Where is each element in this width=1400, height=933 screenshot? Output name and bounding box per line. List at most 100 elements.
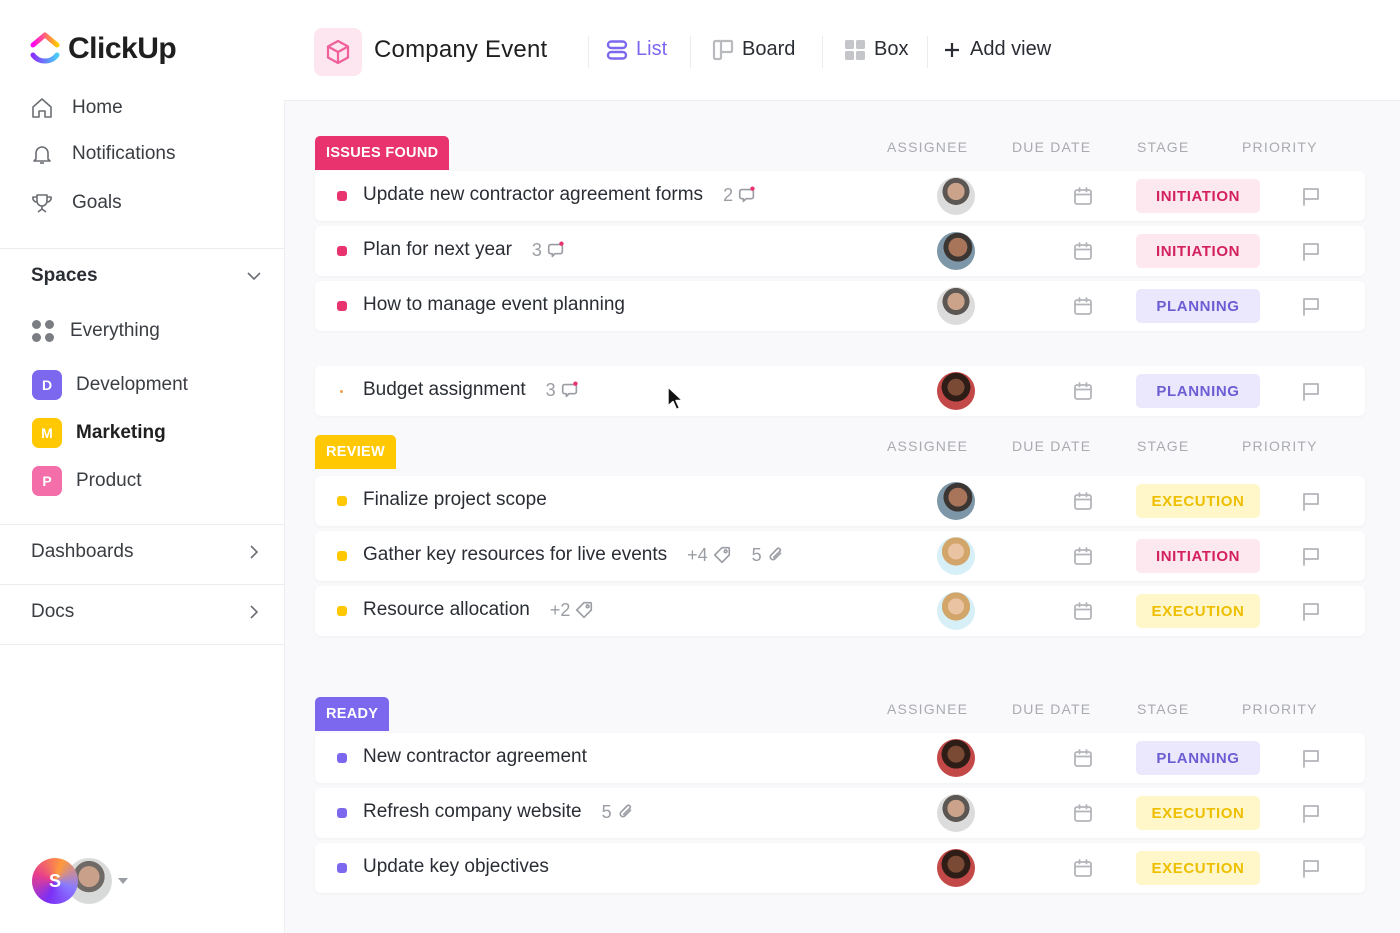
comment-count[interactable]: 3 xyxy=(546,380,580,401)
user-menu[interactable]: S xyxy=(32,858,128,904)
tag-count[interactable]: +4 xyxy=(687,545,732,566)
space-everything[interactable]: Everything xyxy=(32,320,160,342)
sidebar-item-dashboards[interactable]: Dashboards xyxy=(31,541,263,563)
task-title[interactable]: Budget assignment xyxy=(363,379,526,401)
stage-badge[interactable]: PLANNING xyxy=(1136,289,1260,323)
task-name[interactable]: How to manage event planning xyxy=(363,294,625,316)
comment-count[interactable]: 2 xyxy=(723,185,757,206)
stage-badge[interactable]: EXECUTION xyxy=(1136,796,1260,830)
flag-icon[interactable] xyxy=(1300,857,1322,879)
task-name[interactable]: New contractor agreement xyxy=(363,746,587,768)
column-header-assignee[interactable]: ASSIGNEE xyxy=(887,139,968,155)
assignee-avatar[interactable] xyxy=(937,794,975,832)
task-name[interactable]: Update new contractor agreement forms 2 xyxy=(363,184,757,206)
task-title[interactable]: How to manage event planning xyxy=(363,294,625,316)
assignee-avatar[interactable] xyxy=(937,232,975,270)
add-view-button[interactable]: Add view xyxy=(942,38,1051,61)
flag-icon[interactable] xyxy=(1300,600,1322,622)
column-header-priority[interactable]: PRIORITY xyxy=(1242,139,1318,155)
task-title[interactable]: Refresh company website xyxy=(363,801,582,823)
tab-box[interactable]: Box xyxy=(844,38,908,61)
nav-notifications[interactable]: Notifications xyxy=(30,142,176,166)
calendar-icon[interactable] xyxy=(1072,857,1094,879)
task-title[interactable]: New contractor agreement xyxy=(363,746,587,768)
task-row[interactable]: New contractor agreement PLANNING xyxy=(315,733,1365,783)
flag-icon[interactable] xyxy=(1300,380,1322,402)
tab-list[interactable]: List xyxy=(606,38,667,61)
assignee-avatar[interactable] xyxy=(937,592,975,630)
calendar-icon[interactable] xyxy=(1072,600,1094,622)
comment-count[interactable]: 3 xyxy=(532,240,566,261)
space-development[interactable]: D Development xyxy=(32,370,188,400)
task-name[interactable]: Resource allocation +2 xyxy=(363,599,594,621)
column-header-assignee[interactable]: ASSIGNEE xyxy=(887,438,968,454)
task-row[interactable]: How to manage event planning PLANNING xyxy=(315,281,1365,331)
assignee-avatar[interactable] xyxy=(937,739,975,777)
column-header-due-date[interactable]: DUE DATE xyxy=(1012,139,1091,155)
stage-badge[interactable]: INITIATION xyxy=(1136,539,1260,573)
attachment-count[interactable]: 5 xyxy=(602,802,636,823)
status-dot[interactable] xyxy=(337,191,347,201)
column-header-priority[interactable]: PRIORITY xyxy=(1242,701,1318,717)
space-marketing[interactable]: M Marketing xyxy=(32,418,166,448)
task-row[interactable]: Finalize project scope EXECUTION xyxy=(315,476,1365,526)
column-header-assignee[interactable]: ASSIGNEE xyxy=(887,701,968,717)
space-product[interactable]: P Product xyxy=(32,466,141,496)
status-dot[interactable] xyxy=(337,246,347,256)
column-header-due-date[interactable]: DUE DATE xyxy=(1012,701,1091,717)
assignee-avatar[interactable] xyxy=(937,287,975,325)
group-label[interactable]: REVIEW xyxy=(315,435,396,469)
stage-badge[interactable]: INITIATION xyxy=(1136,234,1260,268)
nav-home[interactable]: Home xyxy=(30,96,123,120)
sidebar-item-docs[interactable]: Docs xyxy=(31,601,263,623)
task-name[interactable]: Finalize project scope xyxy=(363,489,547,511)
task-row[interactable]: Gather key resources for live events +4 5 I… xyxy=(315,531,1365,581)
status-dot[interactable] xyxy=(337,808,347,818)
task-title[interactable]: Update key objectives xyxy=(363,856,549,878)
task-name[interactable]: Gather key resources for live events +4 5 xyxy=(363,544,786,566)
calendar-icon[interactable] xyxy=(1072,545,1094,567)
spaces-header[interactable]: Spaces xyxy=(31,265,263,287)
flag-icon[interactable] xyxy=(1300,545,1322,567)
workspace-avatar[interactable]: S xyxy=(32,858,78,904)
calendar-icon[interactable] xyxy=(1072,240,1094,262)
task-row[interactable]: Update key objectives EXECUTION xyxy=(315,843,1365,893)
status-dot[interactable] xyxy=(337,753,347,763)
flag-icon[interactable] xyxy=(1300,490,1322,512)
assignee-avatar[interactable] xyxy=(937,482,975,520)
calendar-icon[interactable] xyxy=(1072,380,1094,402)
assignee-avatar[interactable] xyxy=(937,177,975,215)
column-header-stage[interactable]: STAGE xyxy=(1137,438,1189,454)
column-header-stage[interactable]: STAGE xyxy=(1137,139,1189,155)
stage-badge[interactable]: EXECUTION xyxy=(1136,484,1260,518)
task-name[interactable]: Plan for next year 3 xyxy=(363,239,566,261)
tab-board[interactable]: Board xyxy=(712,38,795,61)
stage-badge[interactable]: EXECUTION xyxy=(1136,851,1260,885)
task-row[interactable]: Update new contractor agreement forms 2 IN… xyxy=(315,171,1365,221)
task-name[interactable]: Refresh company website 5 xyxy=(363,801,636,823)
tag-count[interactable]: +2 xyxy=(550,600,595,621)
calendar-icon[interactable] xyxy=(1072,747,1094,769)
status-dot[interactable] xyxy=(337,606,347,616)
column-header-due-date[interactable]: DUE DATE xyxy=(1012,438,1091,454)
status-dot[interactable] xyxy=(337,301,347,311)
task-row[interactable]: Budget assignment 3 PLANNING xyxy=(315,366,1365,416)
group-label[interactable]: READY xyxy=(315,697,390,731)
task-row[interactable]: Plan for next year 3 INITIATION xyxy=(315,226,1365,276)
task-title[interactable]: Resource allocation xyxy=(363,599,530,621)
calendar-icon[interactable] xyxy=(1072,295,1094,317)
column-header-stage[interactable]: STAGE xyxy=(1137,701,1189,717)
calendar-icon[interactable] xyxy=(1072,490,1094,512)
task-title[interactable]: Gather key resources for live events xyxy=(363,544,667,566)
nav-goals[interactable]: Goals xyxy=(30,191,122,215)
status-dot[interactable] xyxy=(337,863,347,873)
column-header-priority[interactable]: PRIORITY xyxy=(1242,438,1318,454)
chevron-down-icon[interactable] xyxy=(245,267,263,285)
task-title[interactable]: Update new contractor agreement forms xyxy=(363,184,703,206)
stage-badge[interactable]: EXECUTION xyxy=(1136,594,1260,628)
task-name[interactable]: Budget assignment 3 xyxy=(363,379,580,401)
status-dot[interactable] xyxy=(337,551,347,561)
stage-badge[interactable]: INITIATION xyxy=(1136,179,1260,213)
task-name[interactable]: Update key objectives xyxy=(363,856,549,878)
task-row[interactable]: Refresh company website 5 EXECUTION xyxy=(315,788,1365,838)
